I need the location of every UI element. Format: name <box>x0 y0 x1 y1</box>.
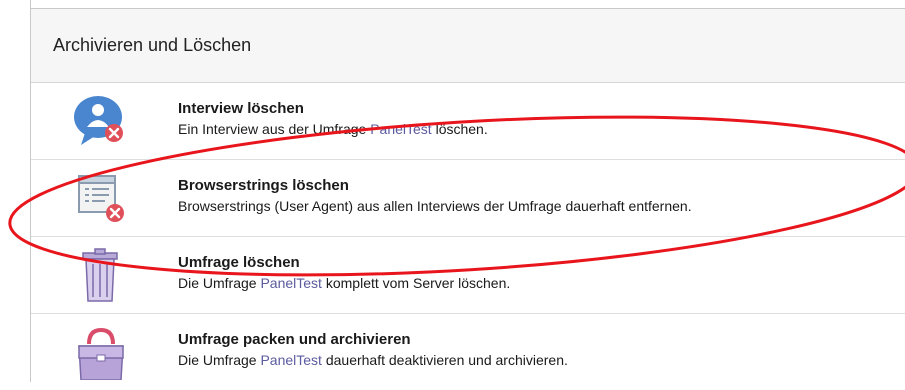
user-chat-delete-icon <box>71 93 131 149</box>
action-delete-survey[interactable]: Umfrage löschen Die Umfrage PanelTest ko… <box>31 237 905 314</box>
action-description: Die Umfrage PanelTest komplett vom Serve… <box>178 275 511 291</box>
document-list-delete-icon <box>71 170 131 226</box>
action-title: Umfrage löschen <box>178 254 300 271</box>
trash-can-icon <box>71 247 131 303</box>
section-header: Archivieren und Löschen <box>31 9 905 83</box>
action-description: Browserstrings (User Agent) aus allen In… <box>178 198 692 214</box>
action-delete-interview[interactable]: Interview löschen Ein Interview aus der … <box>31 83 905 160</box>
action-title: Umfrage packen und archivieren <box>178 331 411 348</box>
action-title: Browserstrings löschen <box>178 177 349 194</box>
section-title: Archivieren und Löschen <box>53 35 252 55</box>
action-pack-archive-survey[interactable]: Umfrage packen und archivieren Die Umfra… <box>31 314 905 390</box>
survey-link[interactable]: PanelTest <box>370 121 431 137</box>
action-description: Die Umfrage PanelTest dauerhaft deaktivi… <box>178 352 568 368</box>
bag-archive-icon <box>71 324 131 381</box>
action-description: Ein Interview aus der Umfrage PanelTest … <box>178 121 488 137</box>
survey-link[interactable]: PanelTest <box>260 275 321 291</box>
survey-link[interactable]: PanelTest <box>260 352 321 368</box>
action-title: Interview löschen <box>178 100 304 117</box>
action-delete-browserstrings[interactable]: Browserstrings löschen Browserstrings (U… <box>31 160 905 237</box>
